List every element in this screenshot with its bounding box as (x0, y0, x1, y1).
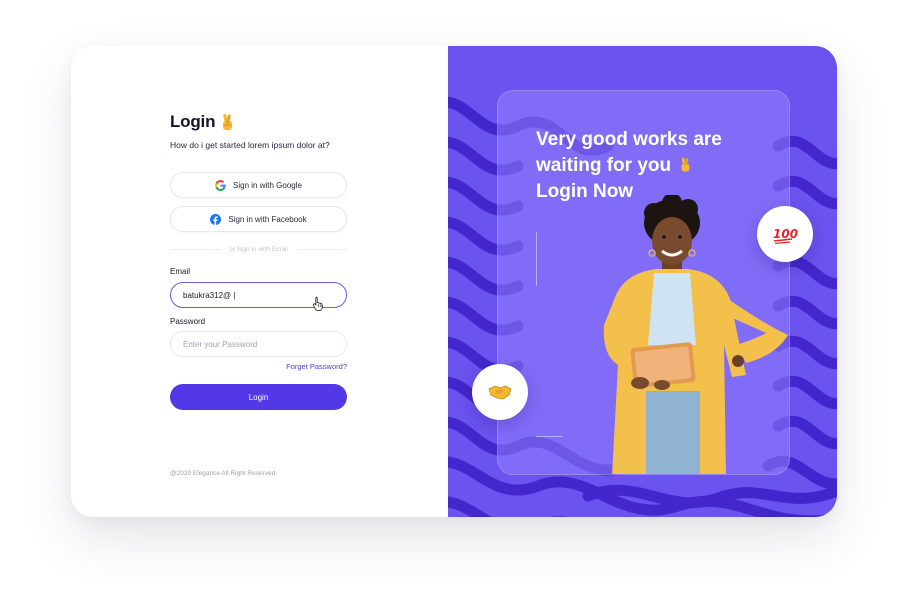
login-panel: Login How do i get started lorem ipsum d… (71, 46, 448, 517)
hundred-points-icon: 100 (773, 227, 798, 244)
divider-line-left (170, 248, 222, 250)
password-placeholder: Enter your Password (183, 339, 258, 349)
copyright-text: @2020 Elegance All Right Reserved. (170, 470, 278, 477)
facebook-signin-label: Sign in with Facebook (228, 214, 307, 224)
login-card: Login How do i get started lorem ipsum d… (71, 46, 837, 517)
promo-line-2: waiting for you (536, 155, 672, 176)
hundred-points-text: 100 (773, 227, 798, 241)
google-icon (215, 179, 226, 191)
password-label: Password (170, 317, 206, 326)
promo-panel: Very good works are waiting for you Logi… (448, 46, 837, 517)
email-value: batukra312@ | (183, 290, 236, 300)
page-subtitle: How do i get started lorem ipsum dolor a… (170, 140, 330, 150)
email-label: Email (170, 267, 191, 276)
or-divider: or Sign in with Email (170, 244, 348, 254)
decorative-line-vertical (536, 232, 537, 286)
divider-line-right (295, 248, 348, 250)
crossed-fingers-icon (223, 114, 233, 130)
promo-line-2-row: waiting for you (536, 153, 776, 179)
handshake-badge (472, 364, 528, 420)
promo-line-1: Very good works are (536, 129, 722, 150)
decorative-line-horizontal (536, 436, 562, 437)
forgot-password-link[interactable]: Forget Password? (284, 362, 347, 371)
google-signin-button[interactable]: Sign in with Google (170, 172, 347, 198)
password-field[interactable]: Enter your Password (170, 331, 347, 357)
title-row: Login (170, 112, 235, 132)
login-button[interactable]: Login (170, 384, 347, 410)
facebook-icon (210, 213, 222, 225)
page-title: Login (170, 112, 216, 131)
google-signin-label: Sign in with Google (233, 180, 302, 190)
crossed-fingers-icon (681, 157, 690, 172)
promo-headline: Very good works are waiting for you Logi… (536, 127, 776, 205)
hand-cursor-icon (312, 296, 323, 311)
hundred-points-badge: 100 (757, 206, 813, 262)
promo-glass-card: Very good works are waiting for you Logi… (497, 90, 790, 475)
handshake-icon (488, 385, 512, 400)
divider-text: or Sign in with Email (229, 245, 288, 253)
facebook-signin-button[interactable]: Sign in with Facebook (170, 206, 347, 232)
